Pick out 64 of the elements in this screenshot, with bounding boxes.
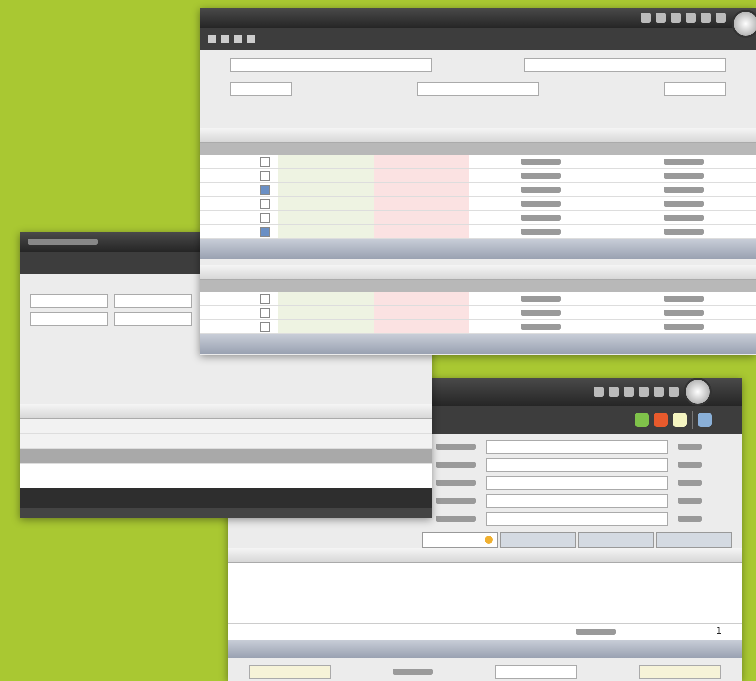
input-field[interactable] (639, 665, 721, 679)
blurred-text (520, 310, 561, 316)
checkbox[interactable] (260, 226, 270, 236)
blurred-text (664, 296, 704, 302)
tab[interactable] (656, 532, 732, 548)
blurred-text (678, 480, 702, 486)
input-field[interactable] (486, 440, 668, 454)
blurred-text (393, 669, 433, 675)
tab[interactable] (578, 532, 654, 548)
blurred-text (520, 324, 561, 330)
blurred-text (436, 516, 476, 522)
table-row[interactable] (20, 449, 432, 464)
checkbox[interactable] (260, 308, 270, 318)
checkbox[interactable] (260, 212, 270, 222)
input-field[interactable] (524, 58, 726, 72)
checkbox[interactable] (260, 170, 270, 180)
blurred-text (664, 310, 704, 316)
blurred-text (678, 462, 702, 468)
checkbox[interactable] (260, 198, 270, 208)
input-field[interactable] (495, 665, 577, 679)
blurred-text (520, 158, 561, 164)
input-field[interactable] (230, 82, 292, 96)
input-field[interactable] (486, 512, 668, 526)
blurred-text (520, 186, 561, 192)
input-field[interactable] (664, 82, 726, 96)
blurred-text (664, 228, 704, 234)
input-field[interactable] (30, 294, 108, 308)
blurred-text (576, 629, 616, 635)
input-field[interactable] (249, 665, 331, 679)
checkbox[interactable] (260, 294, 270, 304)
blurred-text (520, 228, 561, 234)
input-field[interactable] (114, 312, 192, 326)
blurred-text (678, 498, 702, 504)
blurred-text (436, 498, 476, 504)
blurred-text (28, 239, 98, 245)
blurred-text (520, 214, 561, 220)
row-number: 1 (716, 627, 722, 637)
blurred-text (678, 516, 702, 522)
blurred-text (678, 444, 702, 450)
checkbox[interactable] (260, 156, 270, 166)
checkbox[interactable] (260, 184, 270, 194)
input-field[interactable] (486, 476, 668, 490)
input-field[interactable] (114, 294, 192, 308)
blurred-text (436, 462, 476, 468)
tab[interactable] (500, 532, 576, 548)
blurred-text (436, 480, 476, 486)
input-field[interactable] (486, 494, 668, 508)
tab[interactable] (422, 532, 498, 548)
blurred-text (664, 324, 704, 330)
input-field[interactable] (230, 58, 432, 72)
input-field[interactable] (417, 82, 539, 96)
checkbox[interactable] (260, 322, 270, 332)
blurred-text (520, 200, 561, 206)
blurred-text (664, 214, 704, 220)
input-field[interactable] (486, 458, 668, 472)
blurred-text (520, 296, 561, 302)
blurred-text (664, 172, 704, 178)
blurred-text (520, 172, 561, 178)
blurred-text (664, 200, 704, 206)
blurred-text (664, 158, 704, 164)
blurred-text (436, 444, 476, 450)
blurred-text (664, 186, 704, 192)
input-field[interactable] (30, 312, 108, 326)
round-logo-icon[interactable] (684, 378, 712, 406)
